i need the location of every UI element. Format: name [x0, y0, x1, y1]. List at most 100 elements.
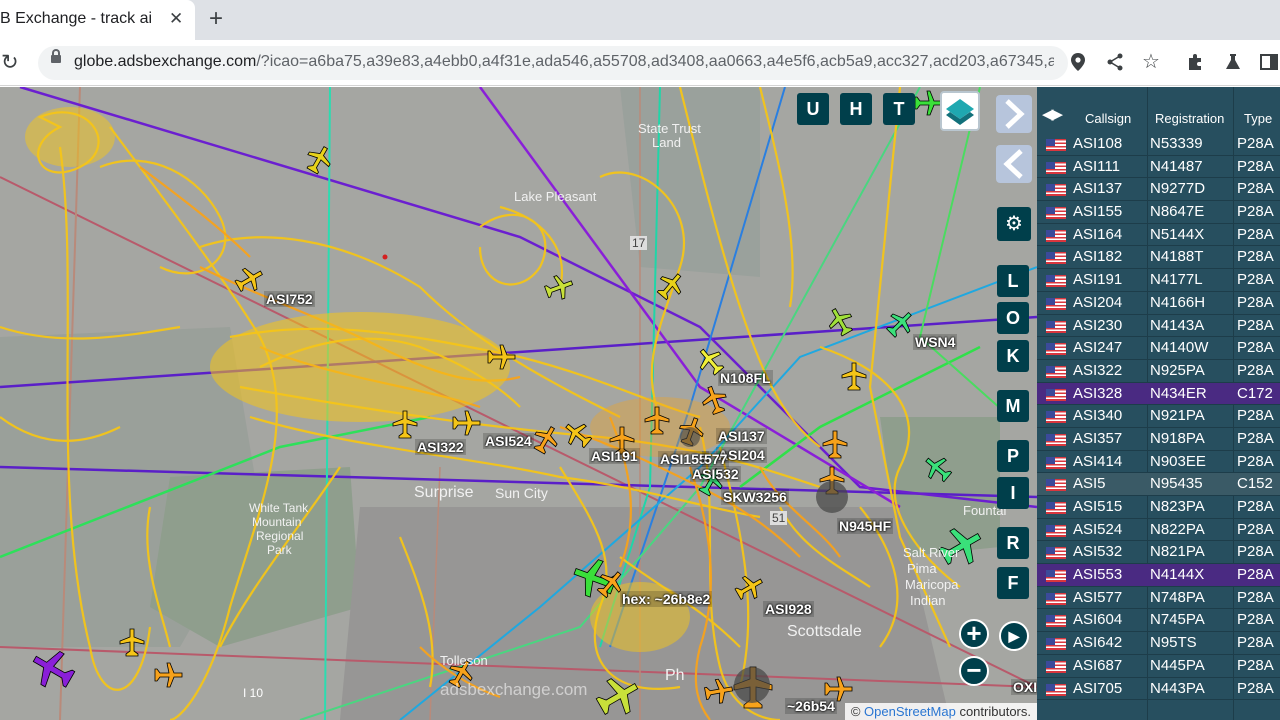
callsign-cell: ASI414	[1073, 452, 1123, 470]
callsign-cell: ASI642	[1073, 634, 1123, 652]
bookmark-star-icon[interactable]: ☆	[1142, 52, 1160, 72]
expand-panel-button[interactable]	[996, 95, 1032, 133]
table-row[interactable]: ASI642 N95TS P28A	[1037, 632, 1280, 655]
type-cell: P28A	[1237, 203, 1274, 221]
resize-panel-icon[interactable]: ◀▶	[1042, 105, 1063, 123]
table-row[interactable]: ASI414 N903EE P28A	[1037, 451, 1280, 474]
collapse-panel-button[interactable]	[996, 145, 1032, 183]
flight-label-asi532[interactable]: ASI532	[690, 466, 741, 482]
column-header-type[interactable]: Type	[1244, 111, 1272, 126]
share-icon[interactable]	[1106, 53, 1124, 74]
browser-tab[interactable]: B Exchange - track ai ✕	[0, 0, 195, 40]
flight-label-asi322[interactable]: ASI322	[415, 439, 466, 455]
flight-label-hex[interactable]: hex: ~26b8e2	[620, 591, 713, 607]
new-tab-button[interactable]: +	[209, 5, 223, 33]
callsign-cell: ASI108	[1073, 135, 1123, 152]
table-row[interactable]: ASI553 N4144X P28A	[1037, 564, 1280, 587]
type-cell: P28A	[1237, 520, 1274, 538]
place-label: Ph	[665, 667, 685, 684]
settings-button[interactable]: ⚙	[997, 207, 1031, 241]
place-label: Lake Pleasant	[514, 189, 597, 204]
flight-label-n945hf[interactable]: N945HF	[837, 518, 894, 534]
callsign-cell: ASI322	[1073, 361, 1123, 379]
table-row[interactable]: ASI137 N9277D P28A	[1037, 178, 1280, 202]
flight-label-n108fl[interactable]: N108FL	[718, 370, 773, 386]
column-header-registration[interactable]: Registration	[1155, 111, 1224, 126]
table-row[interactable]: ASI604 N745PA P28A	[1037, 609, 1280, 633]
registration-cell: N823PA	[1150, 498, 1205, 515]
place-label: Regional	[256, 529, 304, 543]
table-row[interactable]: ASI204 N4166H P28A	[1037, 292, 1280, 315]
table-row[interactable]: ASI322 N925PA P28A	[1037, 360, 1280, 383]
toggle-t-button[interactable]: T	[883, 93, 915, 125]
table-row[interactable]: ASI230 N4143A P28A	[1037, 315, 1280, 338]
toggle-k-button[interactable]: K	[997, 340, 1029, 372]
flight-label-wsn4[interactable]: WSN4	[913, 334, 958, 350]
labs-flask-icon[interactable]	[1224, 53, 1242, 74]
us-flag-icon	[1046, 524, 1066, 537]
toggle-l-button[interactable]: L	[997, 265, 1029, 297]
registration-cell: N918PA	[1150, 429, 1205, 447]
lock-icon[interactable]	[51, 49, 61, 63]
toggle-f-button[interactable]: F	[997, 567, 1029, 599]
table-row[interactable]: ASI191 N4177L P28A	[1037, 269, 1280, 292]
replay-button[interactable]: ▶	[999, 621, 1029, 651]
toggle-h-button[interactable]: H	[840, 93, 872, 125]
table-row[interactable]: ASI164 N5144X P28A	[1037, 224, 1280, 247]
us-flag-icon	[1046, 320, 1066, 333]
table-row[interactable]: ASI524 N822PA P28A	[1037, 519, 1280, 542]
toggle-u-button[interactable]: U	[797, 93, 829, 125]
flight-label-skw3256[interactable]: SKW3256	[721, 489, 789, 505]
flight-label-hex2[interactable]: ~26b54	[785, 698, 837, 714]
place-label: Sun City	[495, 485, 548, 501]
flight-label-asi524[interactable]: ASI524	[483, 433, 534, 449]
table-row[interactable]: ASI705 N443PA P28A	[1037, 678, 1280, 701]
registration-cell: N443PA	[1150, 679, 1205, 697]
type-cell: P28A	[1237, 656, 1274, 674]
table-row[interactable]: ASI687 N445PA P28A	[1037, 655, 1280, 678]
flight-label-asi928[interactable]: ASI928	[763, 601, 814, 617]
table-row[interactable]: ASI5 N95435 C152	[1037, 473, 1280, 496]
flight-label-asi137[interactable]: ASI137	[716, 428, 767, 444]
tab-close-icon[interactable]: ✕	[169, 9, 183, 29]
openstreetmap-link[interactable]: OpenStreetMap	[864, 704, 956, 719]
table-row[interactable]: ASI357 N918PA P28A	[1037, 428, 1280, 451]
callsign-cell: ASI687	[1073, 656, 1123, 674]
table-row[interactable]: ASI328 N434ER C172	[1037, 382, 1280, 406]
place-label: Indian	[910, 593, 946, 608]
toggle-m-button[interactable]: M	[997, 390, 1029, 422]
table-row[interactable]: ASI182 N4188T P28A	[1037, 246, 1280, 270]
flight-label-asi577[interactable]: 577	[702, 451, 730, 467]
type-cell: C152	[1237, 475, 1273, 493]
toggle-i-button[interactable]: I	[997, 477, 1029, 509]
table-row[interactable]: ASI577 N748PA P28A	[1037, 587, 1280, 610]
reload-icon[interactable]: ↻	[1, 50, 19, 75]
zoom-out-button[interactable]: −	[959, 656, 989, 686]
omnibox[interactable]: globe.adsbexchange.com/?icao=a6ba75,a39e…	[38, 46, 1068, 80]
extensions-puzzle-icon[interactable]	[1186, 53, 1204, 74]
column-header-callsign[interactable]: Callsign	[1085, 111, 1131, 126]
url-text[interactable]: globe.adsbexchange.com/?icao=a6ba75,a39e…	[74, 53, 1054, 71]
toggle-o-button[interactable]: O	[997, 302, 1029, 334]
table-row[interactable]: ASI247 N4140W P28A	[1037, 337, 1280, 360]
zoom-in-button[interactable]: +	[959, 619, 989, 649]
flight-label-asi191[interactable]: ASI191	[589, 448, 640, 464]
table-row[interactable]: ASI515 N823PA P28A	[1037, 496, 1280, 519]
flight-label-oxi[interactable]: OXI	[1011, 679, 1037, 695]
table-row[interactable]: ASI108 N53339 P28A	[1037, 133, 1280, 156]
toggle-r-button[interactable]: R	[997, 527, 1029, 559]
location-pin-icon[interactable]	[1071, 53, 1085, 74]
flight-map[interactable]: State Trust Land Lake Pleasant White Tan…	[0, 87, 1037, 720]
table-row[interactable]: ASI111 N41487 P28A	[1037, 156, 1280, 179]
registration-cell: N921PA	[1150, 407, 1205, 425]
table-row[interactable]: ASI155 N8647E P28A	[1037, 201, 1280, 224]
side-panel-icon[interactable]	[1260, 53, 1278, 74]
table-row[interactable]: ASI340 N921PA P28A	[1037, 405, 1280, 428]
registration-cell: N9277D	[1150, 180, 1206, 198]
flight-label-asi752[interactable]: ASI752	[264, 291, 315, 307]
us-flag-icon	[1046, 365, 1066, 378]
layers-button[interactable]	[940, 91, 980, 131]
toggle-p-button[interactable]: P	[997, 440, 1029, 472]
us-flag-icon	[1046, 297, 1066, 310]
table-row[interactable]: ASI532 N821PA P28A	[1037, 541, 1280, 565]
